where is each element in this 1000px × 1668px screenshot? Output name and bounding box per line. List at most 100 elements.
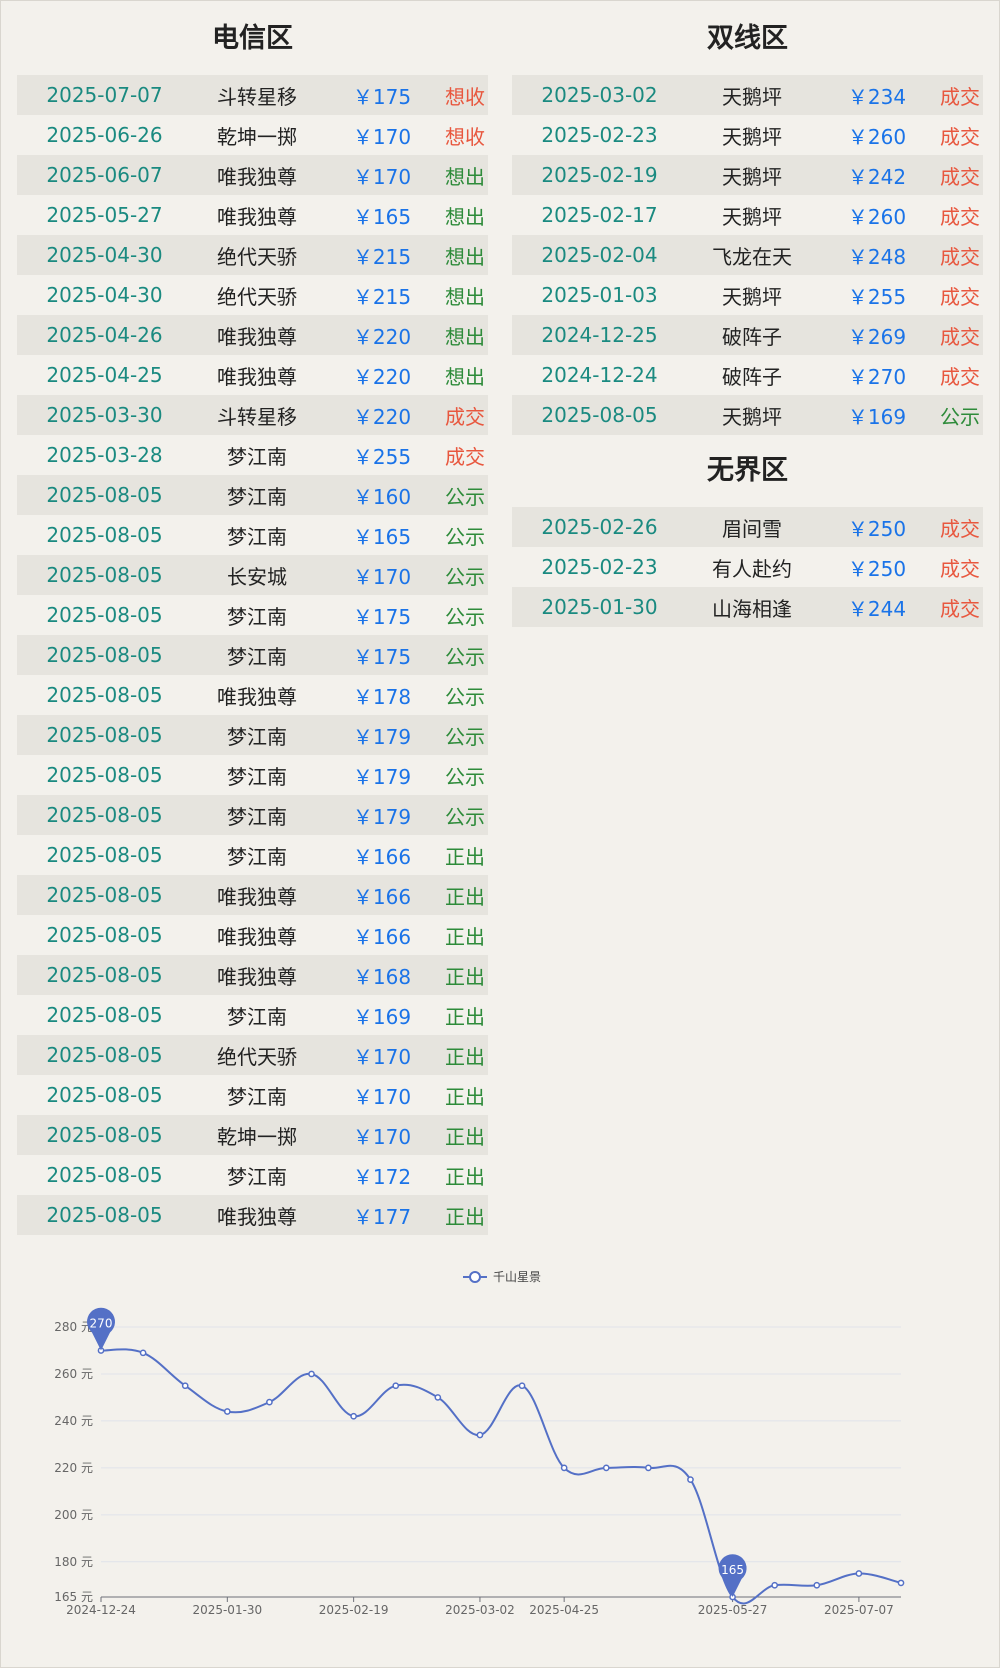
row-status: 正出 bbox=[445, 844, 485, 869]
table-row: 2025-08-05 唯我独尊 ￥166 正出 bbox=[17, 915, 488, 955]
row-status: 公示 bbox=[445, 684, 485, 709]
row-price: ￥269 bbox=[817, 315, 937, 355]
row-price: ￥170 bbox=[322, 155, 442, 195]
table-row: 2025-08-05 梦江南 ￥169 正出 bbox=[17, 995, 488, 1035]
table-row: 2025-08-05 唯我独尊 ￥177 正出 bbox=[17, 1195, 488, 1235]
table-row: 2025-04-26 唯我独尊 ￥220 想出 bbox=[17, 315, 488, 355]
row-status: 公示 bbox=[445, 764, 485, 789]
row-date: 2025-08-05 bbox=[17, 1035, 192, 1075]
row-price: ￥260 bbox=[847, 124, 907, 149]
row-date: 2025-04-25 bbox=[46, 363, 163, 387]
row-price: ￥179 bbox=[322, 795, 442, 835]
row-date: 2025-08-05 bbox=[512, 395, 687, 435]
row-date: 2025-02-19 bbox=[512, 155, 687, 195]
data-point bbox=[350, 1412, 357, 1420]
row-date: 2025-04-30 bbox=[46, 283, 163, 307]
row-date: 2025-06-07 bbox=[17, 155, 192, 195]
data-point bbox=[855, 1570, 863, 1577]
price-chart: 165 元 180 元 200 元 220 元 240 元 260 元 280 元 2024-… bbox=[0, 1255, 1000, 1635]
row-price: ￥175 bbox=[352, 604, 412, 629]
row-price: ￥255 bbox=[352, 444, 412, 469]
row-status: 想出 bbox=[445, 204, 485, 229]
row-price: ￥215 bbox=[352, 284, 412, 309]
row-status: 成交 bbox=[940, 556, 980, 581]
row-date: 2025-06-26 bbox=[46, 123, 163, 147]
x-tick-label: 2025-01-30 bbox=[192, 1603, 262, 1617]
table-row: 2025-03-30 斗转星移 ￥220 成交 bbox=[17, 395, 488, 435]
row-price: ￥172 bbox=[352, 1164, 412, 1189]
x-tick-label: 2025-05-27 bbox=[698, 1603, 768, 1617]
row-name: 天鹅坪 bbox=[687, 155, 817, 195]
row-name: 唯我独尊 bbox=[192, 875, 322, 915]
row-name: 斗转星移 bbox=[192, 395, 322, 435]
data-point bbox=[518, 1382, 526, 1390]
x-tick-label: 2025-04-25 bbox=[529, 1603, 599, 1617]
row-price: ￥248 bbox=[817, 235, 937, 275]
row-date: 2025-02-17 bbox=[541, 203, 658, 227]
data-point bbox=[181, 1382, 189, 1390]
row-name: 梦江南 bbox=[192, 635, 322, 675]
row-status: 想收 bbox=[442, 75, 488, 115]
table-row: 2025-02-23 有人赴约 ￥250 成交 bbox=[512, 547, 983, 587]
row-price: ￥220 bbox=[322, 315, 442, 355]
row-date: 2025-08-05 bbox=[46, 1083, 163, 1107]
row-name: 绝代天骄 bbox=[192, 1035, 322, 1075]
row-name: 唯我独尊 bbox=[192, 1195, 322, 1235]
row-name: 乾坤一掷 bbox=[192, 1115, 322, 1155]
row-date: 2025-08-05 bbox=[46, 683, 163, 707]
row-status: 想出 bbox=[442, 155, 488, 195]
row-name: 梦江南 bbox=[192, 795, 322, 835]
row-price: ￥242 bbox=[817, 155, 937, 195]
dianxin-table: 2025-07-07 斗转星移 ￥175 想收 2025-06-26 乾坤一掷 ￥170 想收… bbox=[17, 75, 488, 1235]
row-date: 2025-03-02 bbox=[512, 75, 687, 115]
row-name: 梦江南 bbox=[227, 524, 287, 549]
row-status: 成交 bbox=[940, 124, 980, 149]
row-status: 成交 bbox=[937, 235, 983, 275]
row-status: 想出 bbox=[442, 235, 488, 275]
row-status: 公示 bbox=[442, 635, 488, 675]
row-price: ￥179 bbox=[352, 764, 412, 789]
table-row: 2025-08-05 唯我独尊 ￥166 正出 bbox=[17, 875, 488, 915]
y-tick-label: 200 元 bbox=[54, 1508, 93, 1522]
table-row: 2025-08-05 梦江南 ￥170 正出 bbox=[17, 1075, 488, 1115]
data-point bbox=[392, 1382, 400, 1390]
table-row: 2025-04-30 绝代天骄 ￥215 想出 bbox=[17, 275, 488, 315]
data-point bbox=[139, 1349, 147, 1357]
wujie-table: 2025-02-26 眉间雪 ￥250 成交 2025-02-23 有人赴约 ￥250 成交 2… bbox=[512, 507, 983, 627]
row-price: ￥170 bbox=[352, 124, 412, 149]
data-point bbox=[266, 1398, 273, 1406]
row-name: 梦江南 bbox=[227, 604, 287, 629]
table-row: 2024-12-25 破阵子 ￥269 成交 bbox=[512, 315, 983, 355]
table-row: 2025-08-05 梦江南 ￥175 公示 bbox=[17, 595, 488, 635]
row-date: 2025-08-05 bbox=[17, 795, 192, 835]
data-point bbox=[602, 1464, 610, 1472]
row-status: 成交 bbox=[937, 587, 983, 627]
row-name: 天鹅坪 bbox=[722, 204, 782, 229]
row-name: 唯我独尊 bbox=[217, 684, 297, 709]
row-price: ￥175 bbox=[322, 635, 442, 675]
row-status: 成交 bbox=[940, 284, 980, 309]
row-price: ￥220 bbox=[322, 395, 442, 435]
row-date: 2024-12-24 bbox=[541, 363, 658, 387]
row-price: ￥234 bbox=[817, 75, 937, 115]
row-date: 2025-08-05 bbox=[17, 875, 192, 915]
x-tick-label: 2025-07-07 bbox=[824, 1603, 894, 1617]
row-price: ￥165 bbox=[352, 204, 412, 229]
legend-label: 千山星景 bbox=[493, 1270, 541, 1284]
row-price: ￥250 bbox=[847, 556, 907, 581]
row-name: 唯我独尊 bbox=[217, 204, 297, 229]
row-date: 2025-01-30 bbox=[512, 587, 687, 627]
row-date: 2025-08-05 bbox=[17, 555, 192, 595]
row-name: 破阵子 bbox=[687, 315, 817, 355]
table-row: 2025-08-05 乾坤一掷 ￥170 正出 bbox=[17, 1115, 488, 1155]
row-price: ￥169 bbox=[817, 395, 937, 435]
row-status: 正出 bbox=[442, 1115, 488, 1155]
row-name: 唯我独尊 bbox=[217, 924, 297, 949]
row-name: 天鹅坪 bbox=[722, 284, 782, 309]
row-date: 2025-08-05 bbox=[17, 715, 192, 755]
row-status: 公示 bbox=[937, 395, 983, 435]
row-date: 2025-02-26 bbox=[512, 507, 687, 547]
row-date: 2025-08-05 bbox=[46, 523, 163, 547]
row-date: 2025-08-05 bbox=[46, 923, 163, 947]
row-date: 2025-08-05 bbox=[17, 1115, 192, 1155]
